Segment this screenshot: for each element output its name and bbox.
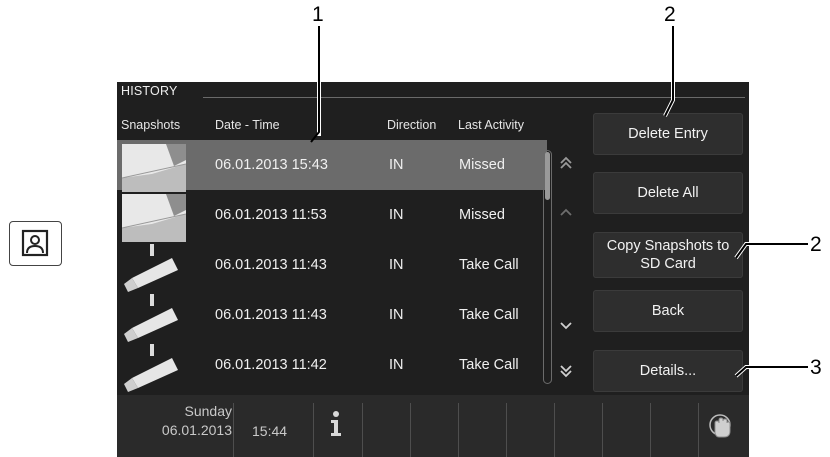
status-divider <box>554 403 555 457</box>
header-last-activity: Last Activity <box>458 118 524 132</box>
callout-2-side: 2 <box>810 233 822 256</box>
history-row[interactable]: 06.01.2013 11:43 IN Take Call <box>117 240 547 292</box>
status-divider <box>410 403 411 457</box>
back-button[interactable]: Back <box>593 290 743 332</box>
row-activity: Missed <box>459 207 505 223</box>
screen-title: HISTORY <box>121 84 178 98</box>
row-activity: Take Call <box>459 357 519 373</box>
camera-icon <box>122 244 186 292</box>
row-date-time: 06.01.2013 11:43 <box>215 307 327 323</box>
status-bar: Sunday 06.01.2013 15:44 <box>117 395 749 457</box>
delete-all-button[interactable]: Delete All <box>593 172 743 214</box>
copy-snapshots-label-line1: Copy Snapshots to <box>606 238 730 254</box>
row-activity: Missed <box>459 157 505 173</box>
info-icon[interactable] <box>327 410 345 438</box>
scrollbar-thumb[interactable] <box>545 152 550 200</box>
status-divider <box>313 403 314 457</box>
row-date-time: 06.01.2013 11:53 <box>215 207 327 223</box>
row-activity: Take Call <box>459 257 519 273</box>
row-direction: IN <box>389 357 404 373</box>
monitor-user-icon <box>9 221 62 266</box>
history-row[interactable]: 06.01.2013 11:43 IN Take Call <box>117 290 547 342</box>
status-divider <box>362 403 363 457</box>
row-date-time: 06.01.2013 11:43 <box>215 257 327 273</box>
back-label: Back <box>651 303 685 319</box>
details-button[interactable]: Details... <box>593 350 743 392</box>
callout-3: 3 <box>810 356 822 379</box>
callout-1: 1 <box>312 3 324 26</box>
status-divider <box>233 403 234 457</box>
status-day: Sunday <box>184 403 232 419</box>
status-divider <box>458 403 459 457</box>
history-list: 06.01.2013 15:43 IN Missed 06.01.2013 11… <box>117 140 589 392</box>
row-activity: Take Call <box>459 307 519 323</box>
hand-touch-icon[interactable] <box>707 411 735 441</box>
status-divider <box>602 403 603 457</box>
camera-icon <box>122 294 186 342</box>
row-direction: IN <box>389 207 404 223</box>
scrollbar[interactable] <box>543 150 552 384</box>
details-label: Details... <box>639 363 697 379</box>
camera-icon <box>122 344 186 392</box>
row-direction: IN <box>389 257 404 273</box>
row-date-time: 06.01.2013 15:43 <box>215 157 328 173</box>
header-snapshots: Snapshots <box>121 118 181 132</box>
status-divider <box>506 403 507 457</box>
delete-entry-label: Delete Entry <box>628 126 708 142</box>
status-time: 15:44 <box>252 423 288 439</box>
title-underline <box>203 97 745 98</box>
status-divider <box>698 403 699 457</box>
header-date-time: Date - Time <box>215 118 280 132</box>
copy-snapshots-label-line2: SD Card <box>640 256 696 272</box>
copy-snapshots-button[interactable]: Copy Snapshots to SD Card <box>593 232 743 278</box>
row-direction: IN <box>389 157 404 173</box>
header-direction: Direction <box>387 118 437 132</box>
row-direction: IN <box>389 307 404 323</box>
history-row[interactable]: 06.01.2013 11:53 IN Missed <box>117 190 547 242</box>
double-chevron-down-icon[interactable] <box>557 362 575 380</box>
callout-2-top: 2 <box>664 3 676 26</box>
chevron-up-icon[interactable] <box>557 204 575 222</box>
snapshot-thumbnail <box>121 144 187 192</box>
double-chevron-up-icon[interactable] <box>557 154 575 172</box>
status-date: 06.01.2013 <box>161 422 232 438</box>
row-date-time: 06.01.2013 11:42 <box>215 357 327 373</box>
history-row[interactable]: 06.01.2013 11:42 IN Take Call <box>117 340 547 392</box>
history-screen: HISTORY Snapshots Date - Time Direction … <box>117 82 749 457</box>
title-bar: HISTORY <box>117 82 749 100</box>
snapshot-thumbnail <box>121 194 187 242</box>
chevron-down-icon[interactable] <box>557 316 575 334</box>
delete-entry-button[interactable]: Delete Entry <box>593 113 743 155</box>
history-row[interactable]: 06.01.2013 15:43 IN Missed <box>117 140 547 192</box>
delete-all-label: Delete All <box>637 185 699 201</box>
status-divider <box>650 403 651 457</box>
